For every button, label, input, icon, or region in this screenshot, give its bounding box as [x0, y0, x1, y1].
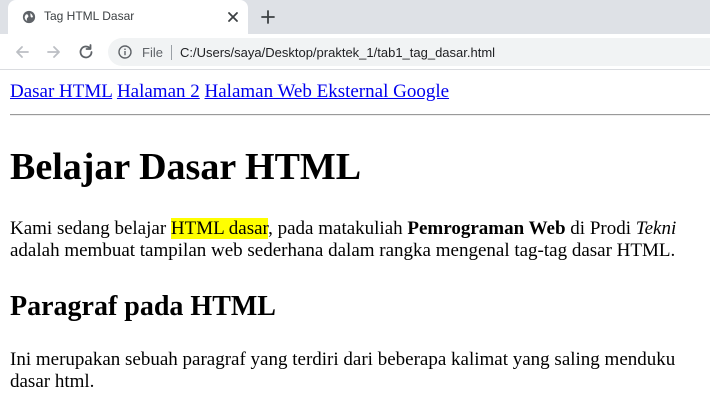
- paragraph-1: Kami sedang belajar HTML dasar, pada mat…: [10, 218, 710, 262]
- info-icon[interactable]: [118, 45, 132, 59]
- address-separator: [171, 45, 172, 60]
- back-arrow-icon[interactable]: [12, 42, 32, 62]
- paragraph-1-line-1: Kami sedang belajar HTML dasar, pada mat…: [10, 218, 710, 240]
- browser-tab[interactable]: Tag HTML Dasar: [8, 0, 248, 34]
- reload-icon[interactable]: [76, 42, 96, 62]
- italic-text: Tekni: [635, 218, 677, 239]
- page-title: Belajar Dasar HTML: [10, 146, 362, 188]
- forward-arrow-icon[interactable]: [44, 42, 64, 62]
- tab-strip: Tag HTML Dasar: [0, 0, 710, 34]
- link-halaman-2[interactable]: Halaman 2: [117, 81, 200, 102]
- link-dasar-html[interactable]: Dasar HTML: [10, 81, 112, 102]
- highlighted-text: HTML dasar: [170, 218, 269, 239]
- address-bar[interactable]: File C:/Users/saya/Desktop/praktek_1/tab…: [108, 38, 710, 66]
- paragraph-2: Ini merupakan sebuah paragraf yang terdi…: [10, 349, 710, 393]
- text-segment: Kami sedang belajar: [10, 218, 171, 239]
- nav-links: Dasar HTML Halaman 2 Halaman Web Ekstern…: [10, 81, 449, 103]
- tab-title: Tag HTML Dasar: [44, 9, 135, 23]
- close-icon[interactable]: [225, 9, 241, 25]
- paragraph-1-line-2: adalah membuat tampilan web sederhana da…: [10, 240, 676, 261]
- text-segment: di Prodi: [565, 218, 636, 239]
- plus-icon[interactable]: [259, 8, 277, 26]
- page-content: Dasar HTML Halaman 2 Halaman Web Ekstern…: [0, 71, 710, 418]
- scheme-label: File: [142, 45, 163, 60]
- bold-text: Pemrograman Web: [407, 218, 566, 239]
- horizontal-rule: [10, 114, 710, 116]
- text-segment: , pada matakuliah: [268, 218, 408, 239]
- url-text[interactable]: C:/Users/saya/Desktop/praktek_1/tab1_tag…: [180, 45, 495, 60]
- paragraph-2-line-2: dasar html.: [10, 371, 95, 392]
- section-heading: Paragraf pada HTML: [10, 291, 276, 322]
- browser-toolbar: File C:/Users/saya/Desktop/praktek_1/tab…: [0, 34, 710, 70]
- paragraph-2-line-1: Ini merupakan sebuah paragraf yang terdi…: [10, 349, 676, 370]
- globe-icon: [22, 10, 36, 24]
- link-google[interactable]: Halaman Web Eksternal Google: [205, 81, 450, 102]
